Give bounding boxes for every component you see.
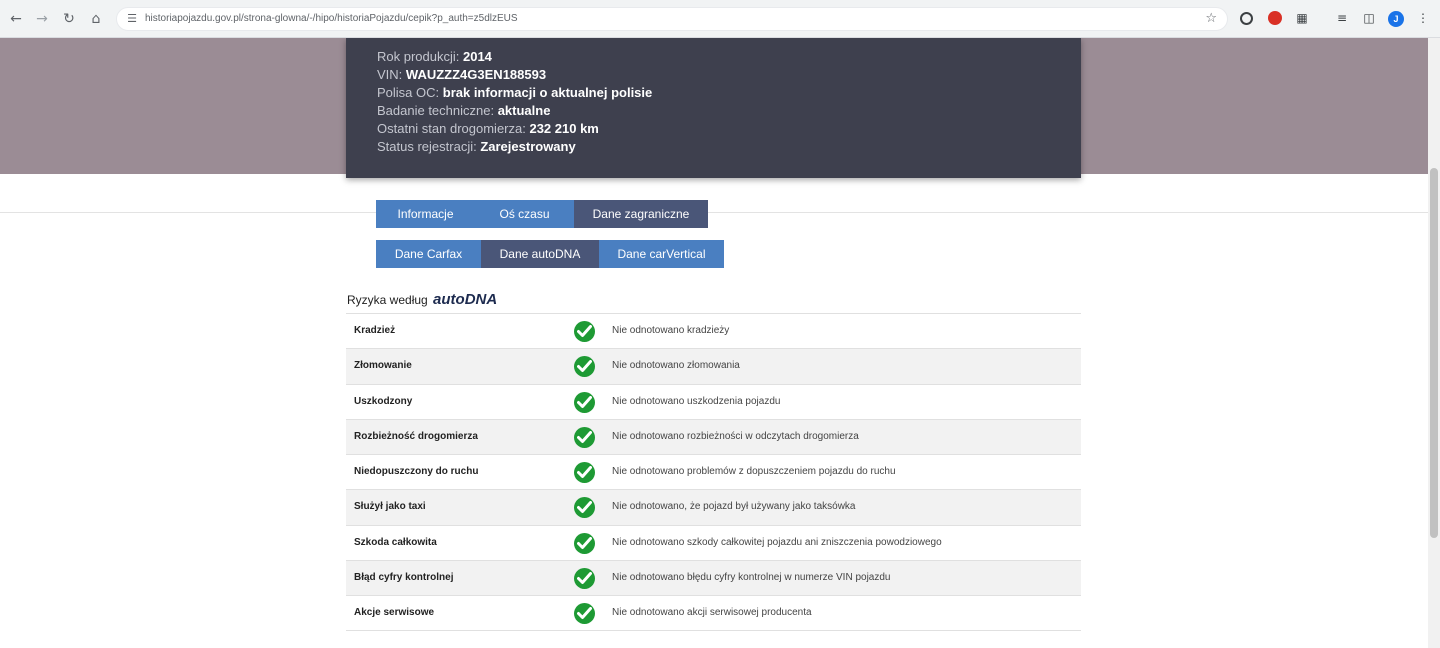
autodna-logo: autoDNA (433, 291, 498, 308)
risk-name: Błąd cyfry kontrolnej (354, 572, 454, 584)
scrollbar-thumb[interactable] (1430, 168, 1438, 538)
vehicle-info-value: aktualne (497, 103, 551, 118)
risk-description: Nie odnotowano akcji serwisowej producen… (612, 607, 812, 619)
profile-avatar[interactable]: J (1388, 11, 1404, 27)
risks-heading: Ryzyka według autoDNA (347, 291, 497, 308)
reload-icon[interactable]: ↻ (59, 9, 79, 29)
vehicle-info-row: Badanie techniczne: aktualne (377, 102, 652, 120)
risk-description: Nie odnotowano problemów z dopuszczeniem… (612, 466, 896, 478)
risk-name: Szkoda całkowita (354, 536, 437, 548)
bookmark-star-icon[interactable]: ☆ (1205, 11, 1217, 26)
vehicle-info-list: Rok produkcji: 2014 VIN: WAUZZZ4G3EN18859… (377, 48, 652, 156)
back-icon[interactable]: ← (6, 9, 26, 29)
risks-heading-text: Ryzyka według (347, 293, 428, 307)
tab-dane-autodna[interactable]: Dane autoDNA (481, 240, 599, 268)
tab-dane-carvertical[interactable]: Dane carVertical (599, 240, 724, 268)
tab-dane-zagraniczne[interactable]: Dane zagraniczne (574, 200, 708, 228)
vehicle-info-label: Ostatni stan drogomierza: (377, 121, 530, 136)
reading-list-icon[interactable]: ≡ (1334, 10, 1350, 26)
risk-description: Nie odnotowano szkody całkowitej pojazdu… (612, 536, 942, 548)
address-bar[interactable]: ☰ historiapojazdu.gov.pl/strona-glowna/-… (116, 7, 1228, 31)
vehicle-info-row: Polisa OC: brak informacji o aktualnej p… (377, 84, 652, 102)
risk-row: Służył jako taxi Nie odnotowano, że pojaz… (346, 489, 1081, 525)
risk-row: Kradzież Nie odnotowano kradzieży (346, 313, 1081, 349)
vehicle-summary-card: Rok produkcji: 2014 VIN: WAUZZZ4G3EN18859… (346, 38, 1081, 178)
extensions-puzzle-icon[interactable]: ▦ (1294, 10, 1310, 26)
vehicle-info-value: WAUZZZ4G3EN188593 (405, 67, 547, 82)
tabs-row-primary: Informacje Oś czasu Dane zagraniczne (376, 200, 708, 228)
check-icon (574, 321, 595, 342)
home-icon[interactable]: ⌂ (86, 9, 106, 29)
tabs-row-foreign-sources: Dane Carfax Dane autoDNA Dane carVertical (376, 240, 724, 268)
vehicle-info-value: 232 210 km (529, 121, 599, 136)
risk-description: Nie odnotowano uszkodzenia pojazdu (612, 395, 781, 407)
risk-description: Nie odnotowano, że pojazd był używany ja… (612, 501, 856, 513)
menu-dots-icon[interactable]: ⋮ (1415, 10, 1431, 26)
check-icon (574, 568, 595, 590)
vehicle-info-value: brak informacji o aktualnej polisie (442, 85, 653, 100)
check-icon (574, 532, 595, 554)
risk-row: Uszkodzony Nie odnotowano uszkodzenia poj… (346, 383, 1081, 419)
risk-name: Rozbieżność drogomierza (354, 430, 478, 442)
risk-name: Niedopuszczony do ruchu (354, 466, 479, 478)
risk-description: Nie odnotowano rozbieżności w odczytach … (612, 430, 859, 442)
risk-row: Szkoda całkowita Nie odnotowano szkody ca… (346, 524, 1081, 561)
vehicle-info-row: Status rejestracji: Zarejestrowany (377, 138, 652, 156)
risk-row: Błąd cyfry kontrolnej Nie odnotowano błęd… (346, 560, 1081, 596)
vehicle-info-label: Polisa OC: (377, 85, 443, 100)
vehicle-info-row: VIN: WAUZZZ4G3EN188593 (377, 66, 652, 84)
forward-icon[interactable]: → (32, 9, 52, 29)
url-text[interactable]: historiapojazdu.gov.pl/strona-glowna/-/h… (145, 13, 518, 24)
site-info-icon[interactable]: ☰ (123, 10, 141, 28)
browser-toolbar: ← → ↻ ⌂ ☰ historiapojazdu.gov.pl/strona-… (0, 0, 1440, 38)
risk-name: Służył jako taxi (354, 501, 426, 513)
check-icon (574, 426, 595, 448)
vehicle-info-row: Ostatni stan drogomierza: 232 210 km (377, 120, 652, 138)
risk-name: Kradzież (354, 325, 396, 336)
tab-informacje[interactable]: Informacje (376, 200, 475, 228)
section-divider (0, 212, 1428, 213)
vehicle-info-label: VIN: (377, 67, 406, 82)
tab-dane-carfax[interactable]: Dane Carfax (376, 240, 481, 268)
check-icon (574, 497, 595, 519)
vehicle-info-row: Rok produkcji: 2014 (377, 48, 652, 66)
check-icon (574, 356, 595, 378)
risk-description: Nie odnotowano błędu cyfry kontrolnej w … (612, 572, 891, 584)
check-icon (574, 603, 595, 625)
vehicle-info-label: Badanie techniczne: (377, 103, 498, 118)
check-icon (574, 391, 595, 413)
risk-name: Uszkodzony (354, 395, 413, 407)
page-content: Rok produkcji: 2014 VIN: WAUZZZ4G3EN18859… (0, 38, 1428, 648)
risk-name: Złomowanie (354, 360, 412, 372)
risk-row: Złomowanie Nie odnotowano złomowania (346, 348, 1081, 384)
risk-name: Akcje serwisowe (354, 607, 435, 619)
risk-table: Kradzież Nie odnotowano kradzieży Złomowan… (346, 313, 1081, 631)
vehicle-info-value: 2014 (462, 49, 492, 64)
page-scrollbar[interactable] (1428, 38, 1440, 648)
risk-description: Nie odnotowano kradzieży (612, 325, 730, 336)
vehicle-info-label: Rok produkcji: (377, 49, 463, 64)
risk-row: Rozbieżność drogomierza Nie odnotowano ro… (346, 418, 1081, 455)
risk-row: Akcje serwisowe Nie odnotowano akcji serw… (346, 595, 1081, 631)
risk-row: Niedopuszczony do ruchu Nie odnotowano pr… (346, 454, 1081, 490)
vehicle-info-value: Zarejestrowany (480, 139, 576, 154)
tab-o-czasu[interactable]: Oś czasu (475, 200, 574, 228)
vehicle-info-label: Status rejestracji: (377, 139, 481, 154)
extension-a-icon[interactable] (1240, 12, 1253, 25)
risk-description: Nie odnotowano złomowania (612, 360, 740, 372)
extension-red-icon[interactable] (1268, 11, 1282, 25)
check-icon (574, 462, 595, 484)
side-panel-icon[interactable]: ◫ (1361, 10, 1377, 26)
